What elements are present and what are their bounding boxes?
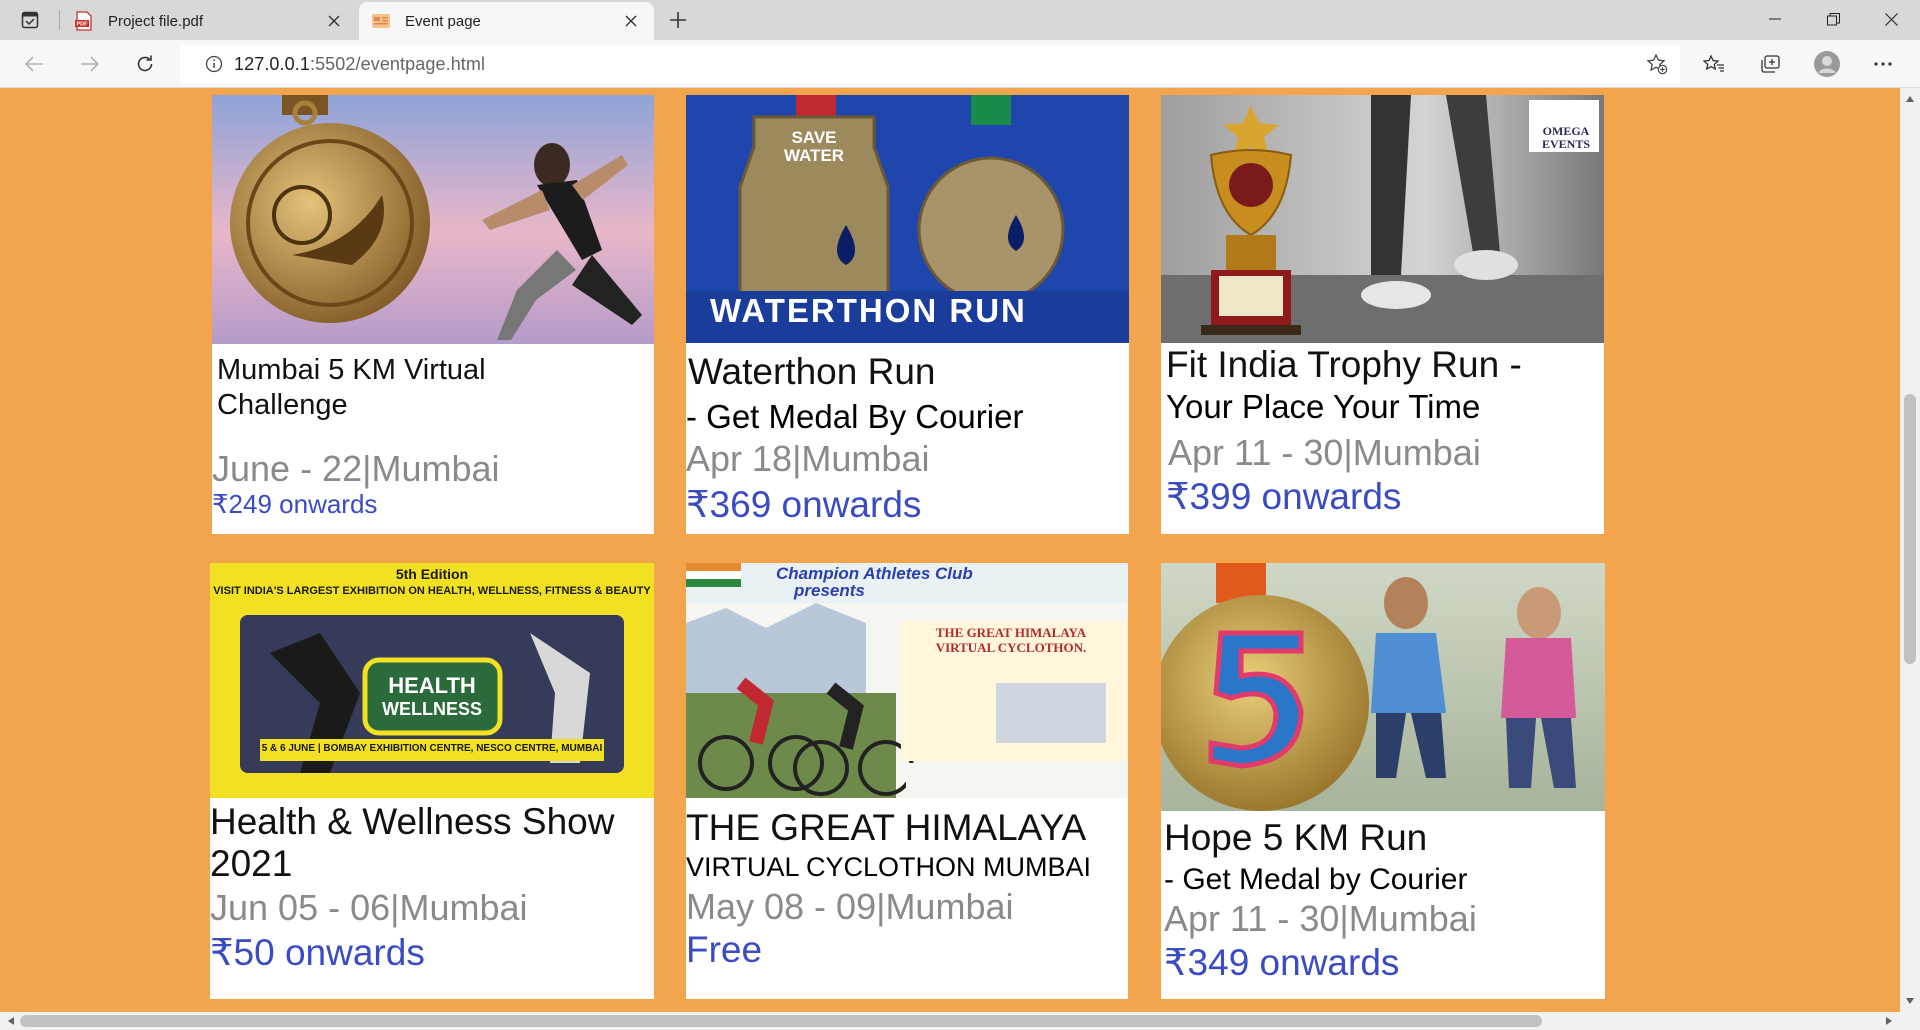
url-path: :5502/eventpage.html [309, 53, 486, 74]
event-card[interactable]: Hope 5 KM Run - Get Medal by Courier Apr… [1161, 563, 1605, 999]
settings-more-icon[interactable] [1866, 48, 1900, 80]
event-title-line2: 2021 [210, 843, 293, 884]
browser-toolbar: 127.0.0.1:5502/eventpage.html [0, 40, 1920, 88]
tab-project-file[interactable]: PDF Project file.pdf [62, 2, 357, 40]
horizontal-scrollbar[interactable] [0, 1012, 1900, 1030]
event-date: Apr 11 - 30|Mumbai [1164, 898, 1477, 939]
vertical-scroll-thumb[interactable] [1904, 394, 1916, 664]
event-price: ₹249 onwards [212, 489, 378, 519]
event-title: Waterthon Run [688, 352, 1129, 392]
svg-text:THE GREAT HIMALAYA: THE GREAT HIMALAYA [936, 625, 1087, 640]
pdf-icon: PDF [74, 11, 94, 31]
tab-actions-icon[interactable] [14, 8, 46, 32]
tab-title: Event page [405, 12, 481, 30]
image-footer: 5 & 6 JUNE | BOMBAY EXHIBITION CENTRE, N… [261, 743, 603, 754]
scroll-up-icon[interactable] [1900, 90, 1920, 108]
event-title: Fit India Trophy Run - [1166, 345, 1604, 385]
collections-icon[interactable] [1753, 48, 1787, 80]
tab-strip: PDF Project file.pdf Event page [0, 0, 1920, 40]
close-tab-icon[interactable] [323, 10, 345, 32]
svg-text:HEALTH: HEALTH [388, 673, 476, 698]
address-bar[interactable]: 127.0.0.1:5502/eventpage.html [180, 45, 1680, 83]
event-card[interactable]: OMEGA EVENTS Fit India Trophy Run - Your… [1161, 95, 1604, 534]
scroll-right-icon[interactable] [1880, 1012, 1898, 1030]
vertical-scrollbar[interactable] [1900, 88, 1920, 1012]
site-info-icon[interactable] [194, 55, 234, 73]
tab-title: Project file.pdf [108, 12, 204, 30]
image-caption: 5th Edition [395, 566, 469, 582]
event-title-line2: Your Place Your Time [1166, 388, 1481, 425]
image-subcaption: VISIT INDIA'S LARGEST EXHIBITION ON HEAL… [213, 585, 651, 597]
scroll-down-icon[interactable] [1900, 992, 1920, 1010]
window-controls [1746, 0, 1920, 40]
add-favorite-icon[interactable] [1642, 49, 1672, 79]
event-card[interactable]: THE GREAT HIMALAYA VIRTUAL CYCLOTHON. Ch… [686, 563, 1128, 999]
page-favicon-icon [371, 11, 391, 31]
event-price: ₹50 onwards [210, 932, 425, 973]
svg-text:SAVE: SAVE [791, 128, 836, 147]
event-card[interactable]: Mumbai 5 KM Virtual Challenge June - 22|… [212, 95, 654, 534]
new-tab-icon[interactable] [662, 6, 694, 34]
svg-text:PDF: PDF [77, 22, 89, 28]
close-tab-icon[interactable] [620, 10, 642, 32]
event-title: THE GREAT HIMALAYA [686, 808, 1128, 848]
image-subcaption: presents [794, 581, 865, 600]
favorites-icon[interactable] [1697, 48, 1731, 80]
event-title-line1: Fit India Trophy Run - [1166, 344, 1522, 385]
image-caption: WATERTHON RUN [710, 292, 1027, 329]
page-viewport: Mumbai 5 KM Virtual Challenge June - 22|… [0, 88, 1900, 1012]
horizontal-scroll-thumb[interactable] [20, 1015, 1542, 1027]
event-image: HEALTH WELLNESS [210, 563, 654, 798]
event-title-line2: Challenge [217, 389, 348, 421]
restore-icon[interactable] [1804, 0, 1862, 38]
minimize-icon[interactable] [1746, 0, 1804, 38]
svg-text:WELLNESS: WELLNESS [382, 699, 482, 719]
url-text: 127.0.0.1:5502/eventpage.html [234, 54, 485, 75]
event-image [1161, 563, 1605, 811]
event-title-line2: VIRTUAL CYCLOTHON MUMBAI [686, 852, 1092, 882]
refresh-icon[interactable] [129, 48, 161, 80]
event-title: Hope 5 KM Run [1164, 818, 1605, 858]
back-arrow-icon[interactable] [18, 48, 50, 80]
event-price: ₹399 onwards [1166, 476, 1402, 517]
event-date: May 08 - 09|Mumbai [686, 886, 1014, 927]
event-date: Apr 18|Mumbai [686, 438, 930, 479]
svg-text:VIRTUAL CYCLOTHON.: VIRTUAL CYCLOTHON. [936, 640, 1087, 655]
url-host: 127.0.0.1 [234, 53, 310, 74]
forward-arrow-icon[interactable] [74, 48, 106, 80]
profile-avatar-icon[interactable] [1810, 48, 1844, 80]
event-title-line2: - Get Medal By Courier [686, 398, 1024, 435]
close-window-icon[interactable] [1862, 0, 1920, 38]
event-title-line1: Waterthon Run [688, 351, 936, 392]
scrollbar-corner [1900, 1012, 1920, 1030]
event-title-line1: THE GREAT HIMALAYA [686, 807, 1087, 848]
event-title: Health & Wellness Show 2021 [210, 801, 654, 885]
event-date: Jun 05 - 06|Mumbai [210, 887, 528, 928]
event-card[interactable]: HEALTH WELLNESS 5th Edition VISIT INDIA'… [210, 563, 654, 999]
event-title-line1: Hope 5 KM Run [1164, 817, 1428, 858]
event-title-line2: - Get Medal by Courier [1164, 863, 1468, 896]
event-image: THE GREAT HIMALAYA VIRTUAL CYCLOTHON. [686, 563, 1128, 798]
event-date: Apr 11 - 30|Mumbai [1168, 432, 1481, 473]
event-title-line1: Mumbai 5 KM Virtual [217, 354, 486, 386]
event-price: Free [686, 929, 763, 970]
tab-event-page[interactable]: Event page [359, 2, 654, 40]
event-date: June - 22|Mumbai [212, 448, 500, 489]
event-card[interactable]: SAVE WATER WATERTHON RUN Waterthon Run -… [686, 95, 1129, 534]
image-caption: OMEGA EVENTS [1541, 124, 1591, 151]
tab-divider [59, 10, 60, 30]
event-title-line1: Health & Wellness Show [210, 801, 615, 842]
event-price: ₹349 onwards [1164, 942, 1400, 983]
scroll-left-icon[interactable] [2, 1012, 20, 1030]
event-title: Mumbai 5 KM Virtual Challenge [217, 353, 654, 423]
event-price: ₹369 onwards [686, 484, 922, 525]
event-image [212, 95, 654, 344]
svg-text:WATER: WATER [784, 146, 844, 165]
